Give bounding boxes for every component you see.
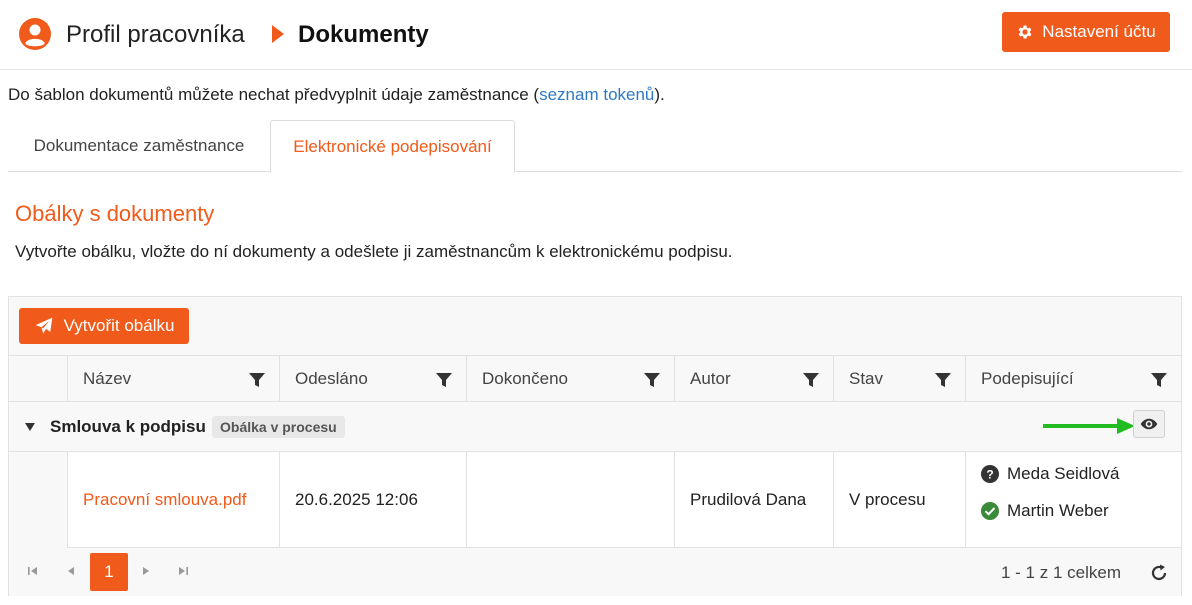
sent-date: 20.6.2025 12:06 [295, 490, 418, 509]
chevron-right-icon [272, 25, 284, 43]
grid-header: Název Odesláno Dokončeno Autor Stav Pode… [9, 355, 1181, 402]
signer-item: Martin Weber [981, 501, 1109, 521]
header-expand-column [9, 356, 67, 402]
tab-electronic-signing[interactable]: Elektronické podepisování [270, 120, 515, 173]
tab-employee-documentation[interactable]: Dokumentace zaměstnance [8, 120, 270, 172]
paper-plane-icon [35, 317, 52, 334]
intro-text-after: ). [654, 85, 665, 104]
grid-pager: 1 1 - 1 z 1 celkem [9, 548, 1181, 596]
filter-icon[interactable] [644, 372, 660, 388]
signer-name: Martin Weber [1007, 501, 1109, 520]
section-description: Vytvořte obálku, vložte do ní dokumenty … [15, 242, 733, 261]
grid-toolbar: Vytvořit obálku [9, 297, 1181, 355]
row-status: V procesu [849, 490, 926, 509]
header-label: Autor [690, 369, 731, 388]
header-label: Odesláno [295, 369, 368, 388]
gear-icon [1018, 25, 1032, 39]
row-indent-cell [9, 452, 67, 548]
filter-icon[interactable] [249, 372, 265, 388]
cell-author: Prudilová Dana [674, 452, 833, 548]
header-completed: Dokončeno [466, 356, 674, 402]
cell-name: Pracovní smlouva.pdf [67, 452, 279, 548]
signer-item: ? Meda Seidlová [981, 464, 1119, 484]
account-settings-button[interactable]: Nastavení účtu [1002, 12, 1170, 52]
cell-signers: ? Meda Seidlová Martin Weber [965, 452, 1181, 548]
header-name: Název [67, 356, 279, 402]
tab-bar: Dokumentace zaměstnance Elektronické pod… [8, 120, 1182, 173]
svg-text:?: ? [986, 468, 993, 482]
next-page-icon[interactable] [139, 564, 153, 578]
header-label: Název [83, 369, 132, 388]
first-page-icon[interactable] [26, 564, 40, 578]
breadcrumb-profile[interactable]: Profil pracovníka [66, 21, 245, 49]
user-circle-icon [19, 18, 51, 50]
page-header: Profil pracovníka Dokumenty Nastavení úč… [0, 0, 1192, 70]
refresh-icon[interactable] [1149, 563, 1169, 583]
cell-sent: 20.6.2025 12:06 [279, 452, 466, 548]
account-settings-label: Nastavení účtu [1042, 22, 1156, 41]
cell-completed [466, 452, 674, 548]
section-title: Obálky s dokumenty [15, 201, 215, 226]
filter-icon[interactable] [436, 372, 452, 388]
page-number-button[interactable]: 1 [90, 553, 128, 591]
filter-icon[interactable] [803, 372, 819, 388]
token-list-link[interactable]: seznam tokenů [539, 85, 654, 104]
annotation-arrow-icon [1043, 418, 1135, 434]
filter-icon[interactable] [935, 372, 951, 388]
header-label: Podepisující [981, 369, 1074, 388]
author-name: Prudilová Dana [690, 490, 807, 509]
envelope-title: Smlouva k podpisu [50, 417, 206, 436]
envelope-group-row: Smlouva k podpisu Obálka v procesu [9, 402, 1181, 452]
question-circle-icon: ? [981, 465, 999, 483]
header-label: Stav [849, 369, 884, 388]
intro-text: Do šablon dokumentů můžete nechat předvy… [8, 85, 665, 105]
header-sent: Odesláno [279, 356, 466, 402]
status-badge: Obálka v procesu [212, 416, 345, 438]
view-envelope-button[interactable] [1133, 410, 1165, 438]
cell-status: V procesu [833, 452, 965, 548]
header-author: Autor [674, 356, 833, 402]
header-label: Dokončeno [482, 369, 569, 388]
table-row: Pracovní smlouva.pdf 20.6.2025 12:06 Pru… [9, 452, 1181, 548]
last-page-icon[interactable] [176, 564, 190, 578]
previous-page-icon[interactable] [64, 564, 78, 578]
signer-name: Meda Seidlová [1007, 464, 1120, 483]
create-envelope-button[interactable]: Vytvořit obálku [19, 308, 189, 344]
create-envelope-label: Vytvořit obálku [63, 316, 175, 335]
header-status: Stav [833, 356, 965, 402]
header-signers: Podepisující [965, 356, 1181, 402]
filter-icon[interactable] [1151, 372, 1167, 388]
page-title: Dokumenty [298, 21, 429, 48]
collapse-caret-icon[interactable] [25, 423, 35, 431]
eye-icon [1140, 418, 1158, 430]
intro-text-before: Do šablon dokumentů můžete nechat předvy… [8, 85, 540, 104]
check-circle-icon [981, 502, 999, 520]
envelopes-grid: Vytvořit obálku Název Odesláno Dokončeno… [8, 296, 1182, 596]
pager-info: 1 - 1 z 1 celkem [1001, 563, 1121, 582]
document-link[interactable]: Pracovní smlouva.pdf [83, 490, 246, 510]
